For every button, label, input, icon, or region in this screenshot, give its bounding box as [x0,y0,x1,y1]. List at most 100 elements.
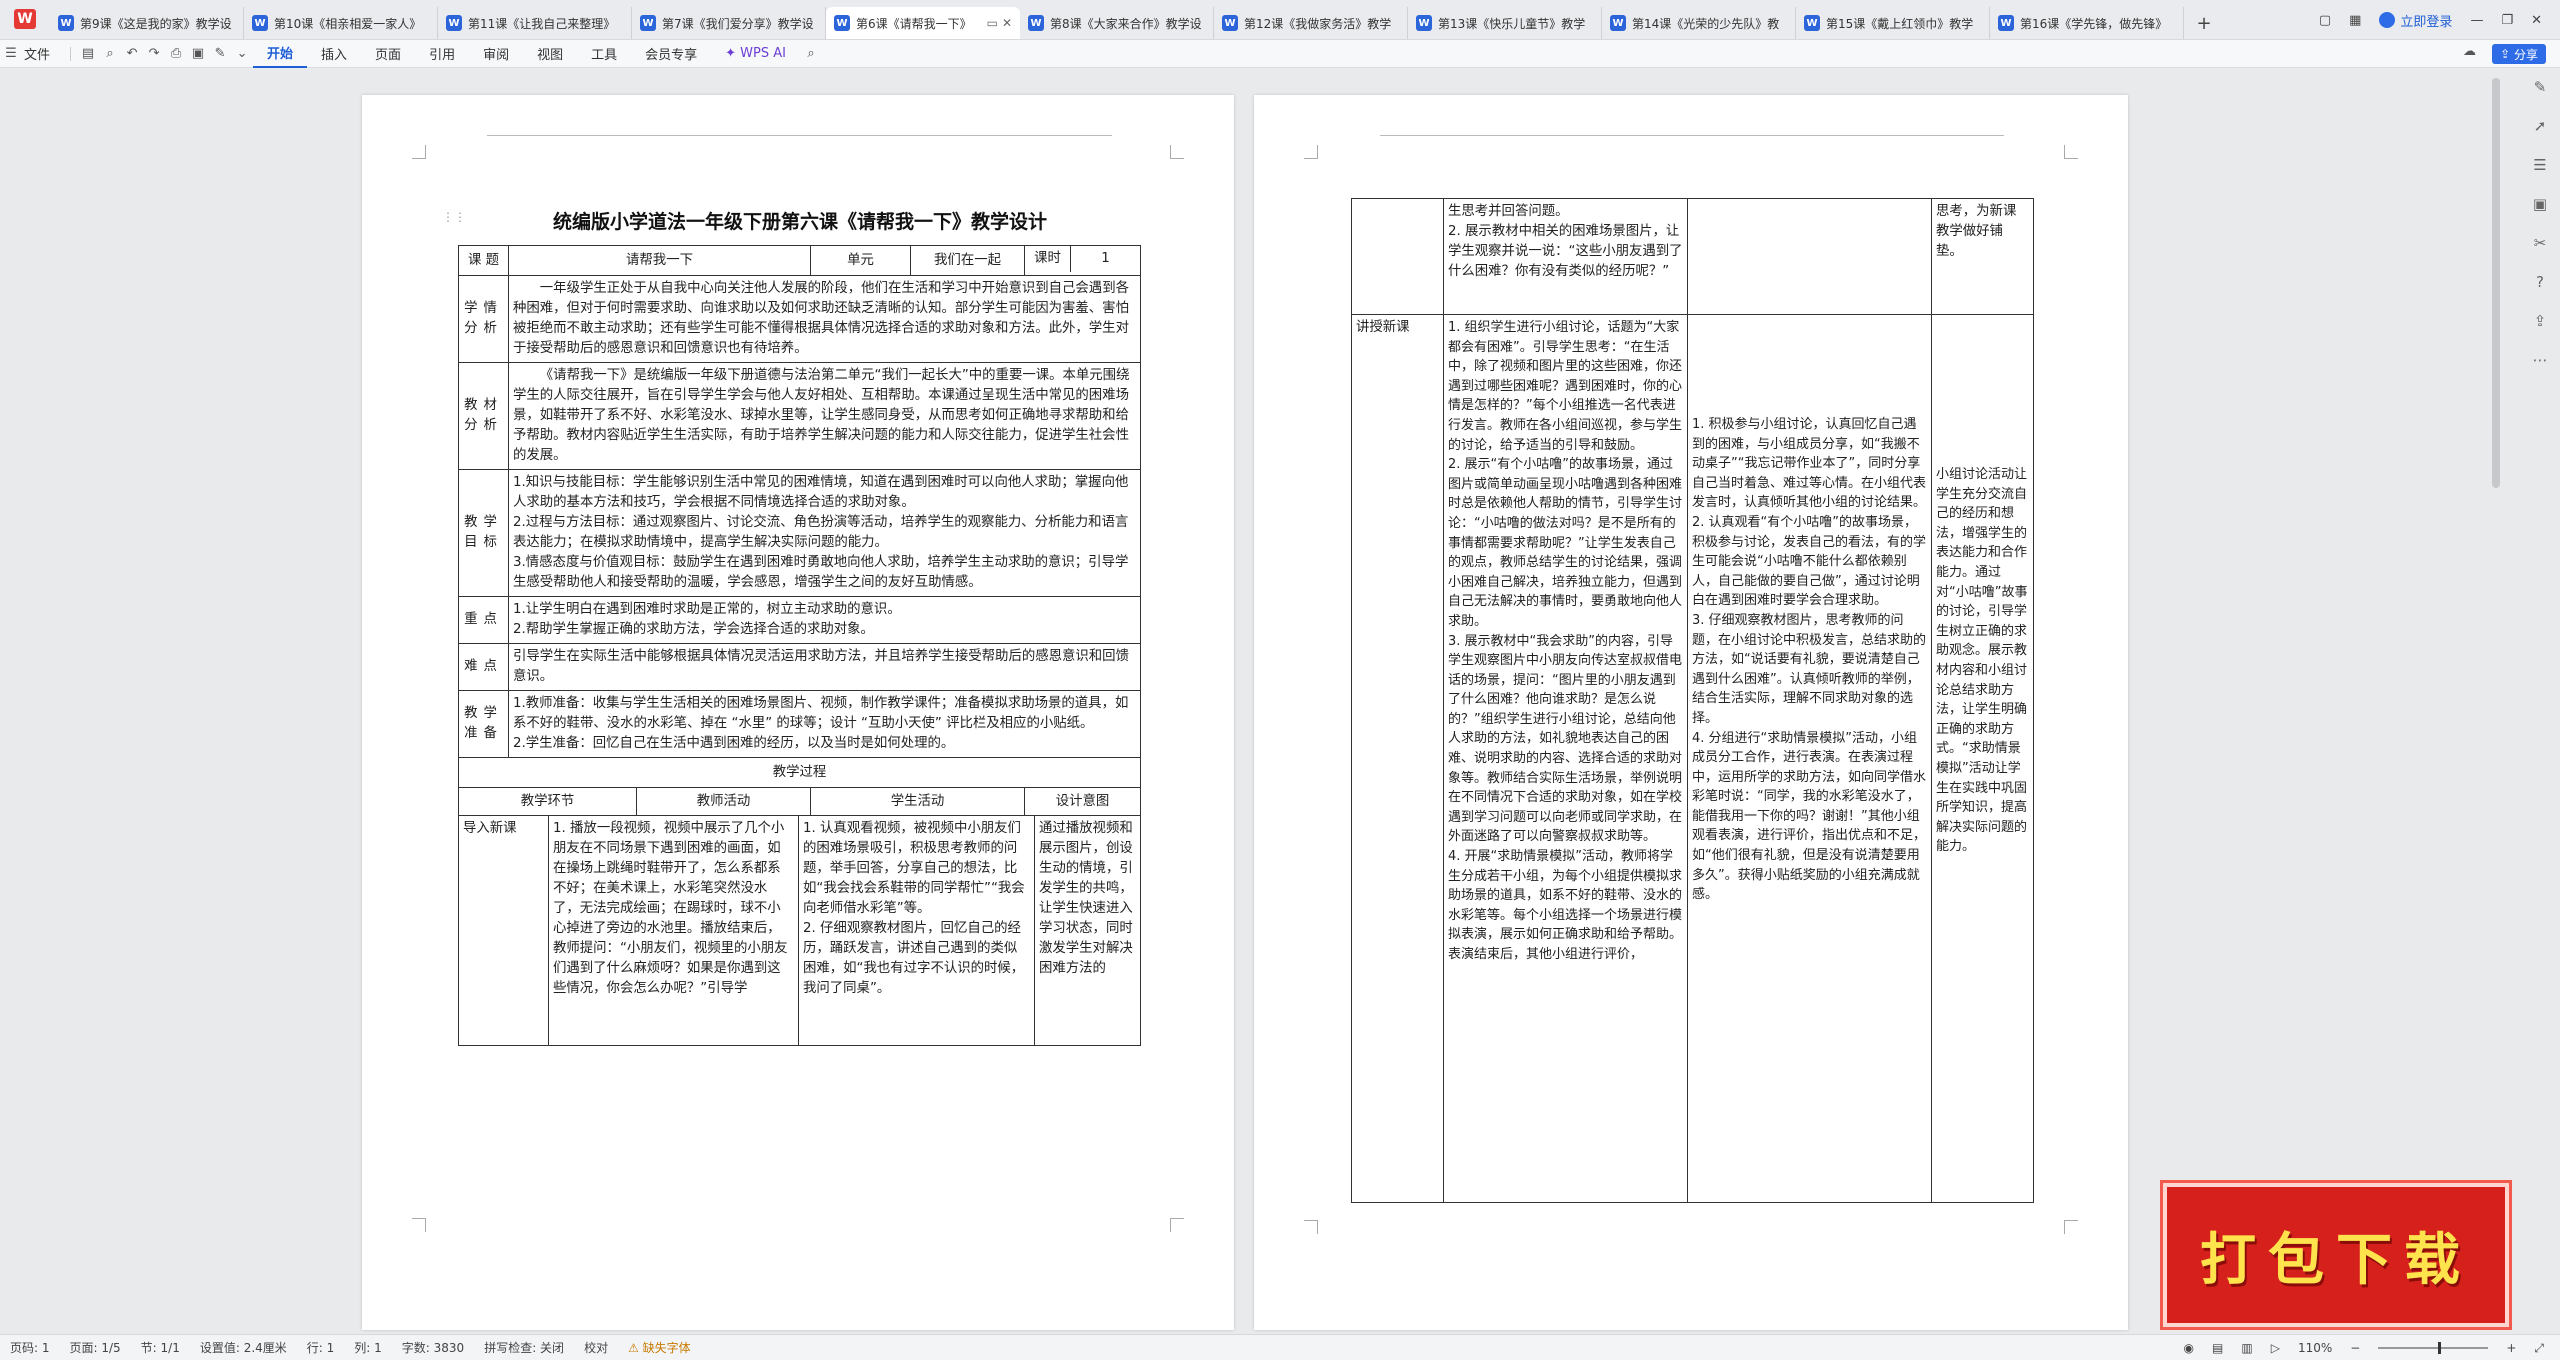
login-button[interactable]: 立即登录 [2379,11,2452,30]
print-icon[interactable]: ⎙ [165,40,187,68]
eye-icon[interactable]: ◉ [2184,1341,2194,1355]
tab-document[interactable]: W 第6课《请帮我一下》 ▭ ✕ [826,7,1020,39]
tab-document[interactable]: W 第10课《相亲相爱一家人》 [244,7,438,39]
process-table-page1[interactable]: 导入新课 1. 播放一段视频，视频中展示了几个小朋友在不同场景下遇到困难的画面，… [458,815,1141,1046]
save-icon[interactable]: ▤ [77,40,99,68]
tab-document[interactable]: W 第7课《我们爱分享》教学设 [632,7,826,39]
menu-tab[interactable]: 视图 [523,40,577,68]
section-info[interactable]: 节: 1/1 [131,1339,190,1356]
menu-tab[interactable]: 审阅 [469,40,523,68]
word-doc-icon: W [1222,15,1238,31]
unit-value[interactable]: 我们在一起 [910,245,1026,276]
tab-document[interactable]: W 第11课《让我自己来整理》 [438,7,632,39]
document-title[interactable]: 统编版小学道法一年级下册第六课《请帮我一下》教学设计 [520,207,1080,234]
prep-line: 2.学生准备：回忆自己在生活中遇到困难的经历，以及当时是如何处理的。 [513,736,955,751]
student-activity[interactable]: 1. 认真观看视频，被视频中小朋友们的困难场景吸引，积极思考教师的问题，举手回答… [798,815,1035,1046]
tools-icon[interactable]: ✂ [2534,234,2547,252]
fit-icon[interactable]: ⤢ [2534,1341,2544,1356]
page-number[interactable]: 页码: 1 [0,1339,60,1356]
menu-icon[interactable]: ☰ [0,40,22,68]
col-info[interactable]: 列: 1 [344,1339,392,1356]
design-intent[interactable]: 思考，为新课教学做好铺垫。 [1931,198,2034,315]
settings-sliders-icon[interactable]: ☰ [2533,156,2546,174]
undo-icon[interactable]: ↶ [121,40,143,68]
more-dots-icon[interactable]: ⋯ [2533,351,2548,369]
menu-tab[interactable]: 插入 [307,40,361,68]
spell-check[interactable]: 拼写检查: 关闭 [474,1339,574,1356]
missing-font-warning[interactable]: ⚠ 缺失字体 [618,1339,701,1356]
process-table-page2[interactable]: 生思考并回答问题。 2. 展示教材中相关的困难场景图片，让学生观察并说一说：“这… [1351,198,2034,1203]
share-button[interactable]: ⇪ 分享 [2492,44,2546,64]
tab-document[interactable]: W 第13课《快乐儿童节》教学 [1408,7,1602,39]
minimize-icon[interactable]: — [2470,13,2483,28]
row-text[interactable]: 引导学生在实际生活中能够根据具体情况灵活运用求助方法，并且培养学生接受帮助后的感… [507,643,1142,691]
open-icon[interactable]: ⌕ [99,40,121,68]
format-painter-icon[interactable]: ✎ [209,40,231,68]
zoom-out-icon[interactable]: − [2350,1341,2360,1355]
menu-tab[interactable]: 工具 [577,40,631,68]
cloud-sync-icon[interactable]: ☁ [2463,44,2476,59]
document-page-1[interactable]: ⋮⋮ 统编版小学道法一年级下册第六课《请帮我一下》教学设计 课 题 请帮我一下 … [362,95,1234,1330]
cursor-icon[interactable]: ➚ [2534,117,2547,135]
preview-icon[interactable]: ▣ [187,40,209,68]
student-activity[interactable] [1687,198,1932,315]
download-banner[interactable]: 打包下载 [2160,1180,2512,1330]
grid-icon[interactable]: ▦ [2349,13,2361,28]
tab-document[interactable]: W 第15课《戴上红领巾》教学 [1796,7,1990,39]
page-count[interactable]: 页面: 1/5 [60,1339,131,1356]
period-value[interactable]: 1 [1071,249,1140,269]
design-intent[interactable]: 通过播放视频和展示图片，创设生动的情境，引发学生的共鸣，让学生快速进入学习状态，… [1034,815,1141,1046]
wps-ai-button[interactable]: ✦ WPS AI [711,40,800,68]
row-text[interactable]: 1.知识与技能目标：学生能够识别生活中常见的困难情境，知道在遇到困难时可以向他人… [507,469,1142,597]
redo-icon[interactable]: ↷ [143,40,165,68]
menu-tab[interactable]: 会员专享 [631,40,711,68]
tab-restore-icon[interactable]: ▭ [987,16,998,30]
tab-document[interactable]: W 第8课《大家来合作》教学设 [1020,7,1214,39]
zoom-thumb[interactable] [2438,1342,2442,1354]
row-text[interactable]: 一年级学生正处于从自我中心向关注他人发展的阶段，他们在生活和学习中开始意识到自己… [507,275,1142,363]
setting-value[interactable]: 设置值: 2.4厘米 [190,1339,297,1356]
pen-icon[interactable]: ✎ [2534,78,2547,96]
word-count[interactable]: 字数: 3830 [392,1339,474,1356]
row-text[interactable]: 1.让学生明白在遇到困难时求助是正常的，树立主动求助的意识。 2.帮助学生掌握正… [507,596,1142,644]
tab-document[interactable]: W 第9课《这是我的家》教学设 [50,7,244,39]
proofread[interactable]: 校对 [574,1339,618,1356]
menu-tab[interactable]: 开始 [253,40,308,68]
tab-close-icon[interactable]: ✕ [1002,16,1012,30]
row-info[interactable]: 行: 1 [297,1339,345,1356]
row-text[interactable]: 1.教师准备：收集与学生生活相关的困难场景图片、视频，制作教学课件；准备模拟求助… [507,690,1142,758]
help-icon[interactable]: ? [2536,273,2544,291]
tab-document[interactable]: W 第12课《我做家务活》教学 [1214,7,1408,39]
file-menu[interactable]: 文件 [22,40,64,68]
new-tab-icon[interactable]: + [2184,7,2224,39]
lesson-plan-table[interactable]: 课 题 请帮我一下 单元 我们在一起 课时 1 学情分析 一年级学生正处于从自我… [457,245,1142,816]
document-page-2[interactable]: 生思考并回答问题。 2. 展示教材中相关的困难场景图片，让学生观察并说一说：“这… [1254,95,2128,1330]
page-view-icon[interactable]: ▤ [2212,1341,2223,1355]
close-window-icon[interactable]: ✕ [2531,13,2542,28]
web-view-icon[interactable]: ▥ [2241,1341,2252,1355]
design-intent[interactable]: 小组讨论活动让学生充分交流自己的经历和想法，增强学生的表达能力和合作能力。通过对… [1931,314,2034,1203]
menu-tab[interactable]: 页面 [361,40,415,68]
maximize-icon[interactable]: ❐ [2501,13,2513,28]
window-list-icon[interactable]: ▢ [2319,13,2331,28]
zoom-value[interactable]: 110% [2298,1341,2332,1355]
zoom-in-icon[interactable]: + [2506,1341,2516,1355]
drag-handle-icon[interactable]: ⋮⋮ [442,210,466,224]
play-icon[interactable]: ▷ [2271,1341,2280,1355]
wps-logo-icon[interactable]: W [0,0,50,39]
student-activity[interactable]: 1. 积极参与小组讨论，认真回忆自己遇到的困难，与小组成员分享，如“我搬不动桌子… [1687,314,1932,1203]
course-value[interactable]: 请帮我一下 [507,245,812,276]
zoom-slider[interactable] [2378,1342,2489,1354]
share-icon[interactable]: ⇪ [2534,312,2547,330]
more-icon[interactable]: ⌄ [231,40,253,68]
tab-document[interactable]: W 第16课《学先锋，做先锋》 [1990,7,2184,39]
menu-tab[interactable]: 引用 [415,40,469,68]
teacher-activity[interactable]: 1. 播放一段视频，视频中展示了几个小朋友在不同场景下遇到困难的画面，如在操场上… [548,815,799,1046]
teacher-activity[interactable]: 1. 组织学生进行小组讨论，话题为“大家都会有困难”。引导学生思考：“在生活中，… [1443,314,1688,1203]
vertical-scrollbar[interactable] [2492,78,2500,488]
tab-document[interactable]: W 第14课《光荣的少先队》教 [1602,7,1796,39]
search-icon[interactable]: ⌕ [800,40,822,68]
teacher-activity[interactable]: 生思考并回答问题。 2. 展示教材中相关的困难场景图片，让学生观察并说一说：“这… [1443,198,1688,315]
row-text[interactable]: 《请帮我一下》是统编版一年级下册道德与法治第二单元“我们一起长大”中的重要一课。… [507,362,1142,470]
image-icon[interactable]: ▣ [2533,195,2547,213]
